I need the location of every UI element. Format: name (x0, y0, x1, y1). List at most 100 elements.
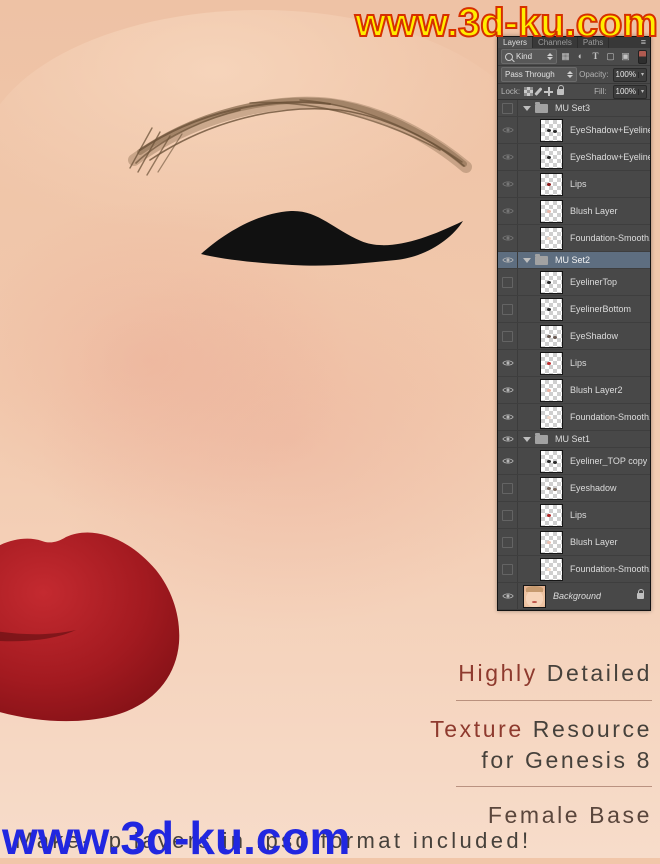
layer-thumbnail[interactable] (540, 271, 563, 294)
visibility-toggle[interactable] (498, 198, 518, 224)
layer-thumbnail[interactable] (540, 352, 563, 375)
visibility-toggle[interactable] (498, 502, 518, 528)
hidden-visibility-box (502, 510, 513, 521)
layer-thumbnail[interactable] (540, 325, 563, 348)
layer-row[interactable]: Blush Layer (498, 198, 650, 225)
layer-row[interactable]: Lips (498, 502, 650, 529)
visibility-toggle[interactable] (498, 350, 518, 376)
layer-name[interactable]: Foundation-Smooth... (570, 233, 650, 243)
layer-thumbnail[interactable] (540, 146, 563, 169)
visibility-toggle[interactable] (498, 269, 518, 295)
layer-name[interactable]: Lips (570, 358, 587, 368)
filter-adjustment-layers-icon[interactable]: ◐ (574, 52, 587, 61)
layer-name[interactable]: Blush Layer (570, 206, 618, 216)
visibility-toggle[interactable] (498, 100, 518, 116)
layer-thumbnail[interactable] (540, 477, 563, 500)
visibility-toggle[interactable] (498, 144, 518, 170)
visibility-toggle[interactable] (498, 252, 518, 268)
visibility-toggle[interactable] (498, 117, 518, 143)
visibility-toggle[interactable] (498, 171, 518, 197)
visibility-toggle[interactable] (498, 404, 518, 430)
layer-name[interactable]: MU Set1 (555, 434, 590, 444)
filter-type-layers-icon[interactable]: T (589, 52, 602, 61)
layer-name[interactable]: Eyeliner_TOP copy (570, 456, 647, 466)
layer-row[interactable]: EyeShadow+Eyeliner (498, 144, 650, 171)
layer-row[interactable]: Eyeliner_TOP copy (498, 448, 650, 475)
layer-row[interactable]: Eyeshadow (498, 475, 650, 502)
layer-thumbnail[interactable] (540, 379, 563, 402)
layer-thumbnail[interactable] (540, 227, 563, 250)
layer-row[interactable]: MU Set3 (498, 100, 650, 117)
opacity-value-box[interactable]: 100% ▾ (613, 68, 647, 82)
layer-name[interactable]: EyelinerTop (570, 277, 617, 287)
lock-position-icon[interactable] (544, 87, 553, 96)
layer-row[interactable]: MU Set1 (498, 431, 650, 448)
layer-row[interactable]: Blush Layer2 (498, 377, 650, 404)
filter-pixel-layers-icon[interactable]: ▦ (559, 52, 572, 61)
layer-row[interactable]: Foundation-Smooth... (498, 225, 650, 252)
layer-name[interactable]: EyeShadow (570, 331, 618, 341)
layer-name[interactable]: Foundation-Smooth... (570, 412, 650, 422)
layer-thumbnail[interactable] (540, 406, 563, 429)
layer-row[interactable]: EyelinerBottom (498, 296, 650, 323)
filter-smart-objects-icon[interactable]: ▣ (619, 52, 632, 61)
layer-row[interactable]: Foundation-Smooth... (498, 556, 650, 583)
expander-triangle-icon[interactable] (523, 437, 531, 442)
layer-thumbnail[interactable] (540, 119, 563, 142)
layer-thumbnail[interactable] (540, 450, 563, 473)
visibility-toggle[interactable] (498, 377, 518, 403)
visibility-toggle[interactable] (498, 225, 518, 251)
visibility-toggle[interactable] (498, 475, 518, 501)
lock-label: Lock: (501, 87, 520, 96)
expander-triangle-icon[interactable] (523, 106, 531, 111)
layer-name[interactable]: Lips (570, 510, 587, 520)
eye-icon (502, 256, 514, 264)
layer-name[interactable]: Foundation-Smooth... (570, 564, 650, 574)
visibility-toggle[interactable] (498, 323, 518, 349)
layer-row[interactable]: EyelinerTop (498, 269, 650, 296)
layer-thumbnail[interactable] (523, 585, 546, 608)
expander-triangle-icon[interactable] (523, 258, 531, 263)
layer-thumbnail[interactable] (540, 200, 563, 223)
lock-icon (637, 593, 644, 599)
layer-name[interactable]: Eyeshadow (570, 483, 617, 493)
layer-name[interactable]: Blush Layer (570, 537, 618, 547)
layer-thumbnail[interactable] (540, 558, 563, 581)
layer-row[interactable]: Background (498, 583, 650, 610)
fill-value-box[interactable]: 100% ▾ (613, 85, 647, 99)
lock-all-icon[interactable] (557, 89, 564, 95)
visibility-toggle[interactable] (498, 431, 518, 447)
layer-row[interactable]: Blush Layer (498, 529, 650, 556)
layer-row[interactable]: Lips (498, 350, 650, 377)
layer-row[interactable]: EyeShadow+Eyeline... (498, 117, 650, 144)
layer-name[interactable]: Blush Layer2 (570, 385, 623, 395)
layer-name[interactable]: MU Set2 (555, 255, 590, 265)
layer-thumbnail[interactable] (540, 298, 563, 321)
visibility-toggle[interactable] (498, 556, 518, 582)
lock-paint-icon[interactable] (534, 87, 542, 96)
layer-name[interactable]: Lips (570, 179, 587, 189)
blend-mode-dropdown[interactable]: Pass Through (501, 67, 577, 82)
opacity-label: Opacity: (579, 70, 608, 79)
lock-transparency-icon[interactable] (524, 87, 533, 96)
layer-row[interactable]: MU Set2 (498, 252, 650, 269)
layer-name[interactable]: MU Set3 (555, 103, 590, 113)
visibility-toggle[interactable] (498, 448, 518, 474)
visibility-toggle[interactable] (498, 529, 518, 555)
layer-thumbnail[interactable] (540, 504, 563, 527)
filter-toggle-switch[interactable] (638, 50, 647, 64)
layer-name[interactable]: Background (553, 591, 601, 601)
layer-name[interactable]: EyeShadow+Eyeliner (570, 152, 650, 162)
filter-kind-dropdown[interactable]: Kind (501, 49, 557, 64)
layer-row[interactable]: Foundation-Smooth... (498, 404, 650, 431)
layer-thumbnail[interactable] (540, 531, 563, 554)
visibility-toggle[interactable] (498, 583, 518, 609)
folder-icon (535, 435, 548, 444)
layer-name[interactable]: EyelinerBottom (570, 304, 631, 314)
layer-row[interactable]: EyeShadow (498, 323, 650, 350)
visibility-toggle[interactable] (498, 296, 518, 322)
layer-row[interactable]: Lips (498, 171, 650, 198)
layer-thumbnail[interactable] (540, 173, 563, 196)
layer-name[interactable]: EyeShadow+Eyeline... (570, 125, 650, 135)
filter-shape-layers-icon[interactable]: ▢ (604, 52, 617, 61)
